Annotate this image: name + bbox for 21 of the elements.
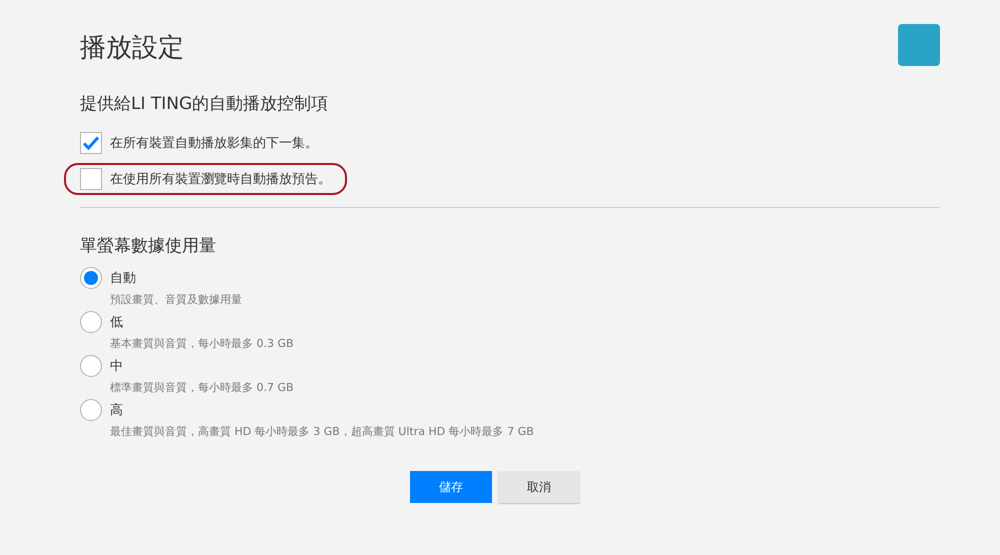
radio-description: 最佳畫質與音質，高畫質 HD 每小時最多 3 GB，超高畫質 Ultra HD 每小時最多 7 GB [110,424,534,439]
page-title: 播放設定 [80,32,184,65]
radio-label: 低 [110,314,124,331]
checkbox[interactable] [80,168,102,190]
radio-description: 基本畫質與音質，每小時最多 0.3 GB [110,336,294,351]
radio-label: 高 [110,402,124,419]
section-heading: 單螢幕數據使用量 [80,235,217,257]
checkbox-label: 在使用所有裝置瀏覽時自動播放預告。 [110,171,331,188]
radio-description: 標準畫質與音質，每小時最多 0.7 GB [110,380,294,395]
radio-label: 自動 [110,270,137,287]
radio-label: 中 [110,358,124,375]
radio-button[interactable] [80,311,102,333]
cancel-button[interactable]: 取消 [498,471,580,503]
radio-button[interactable] [80,399,102,421]
radio-description: 預設畫質、音質及數據用量 [110,292,242,307]
checkbox[interactable] [80,132,102,154]
section-heading: 提供給LI TING的自動播放控制項 [80,93,330,115]
radio-button[interactable] [80,355,102,377]
radio-button[interactable] [80,267,102,289]
checkbox-label: 在所有裝置自動播放影集的下一集。 [110,135,318,152]
save-button[interactable]: 儲存 [410,471,492,503]
